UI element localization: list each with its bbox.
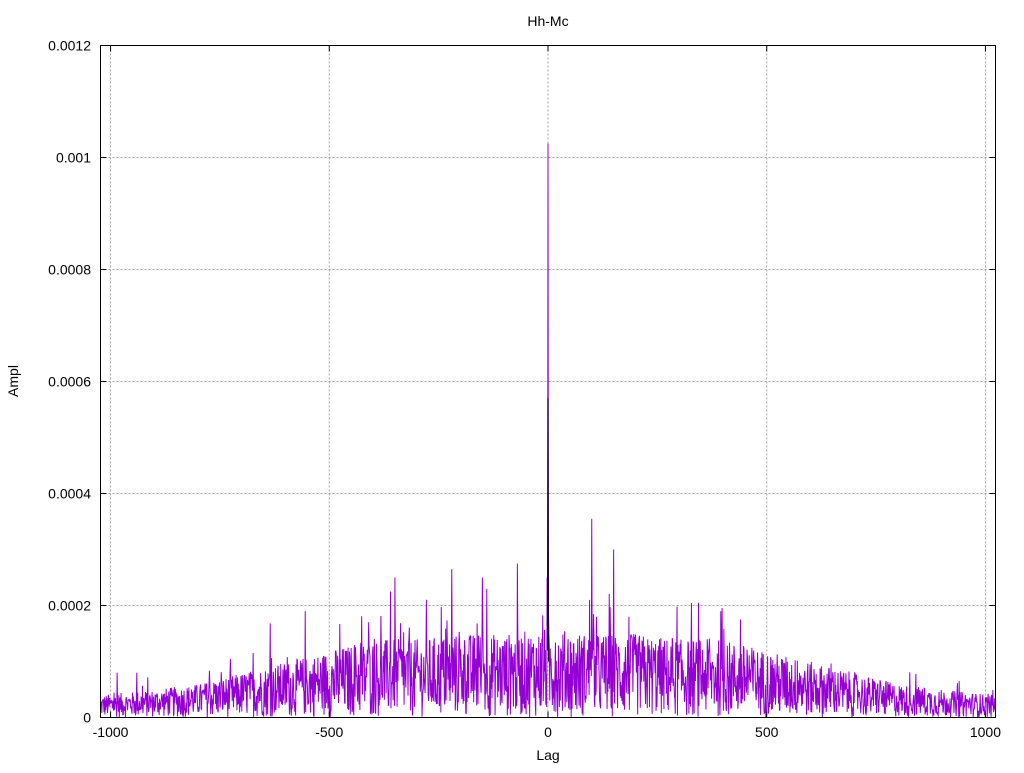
y-tick-label: 0.0008	[48, 262, 91, 278]
x-axis-label: Lag	[536, 747, 559, 763]
series-line-secondary	[547, 398, 549, 662]
y-tick-label: 0.0012	[48, 38, 91, 54]
y-tick-label: 0.0002	[48, 598, 91, 614]
y-tick-label: 0.0006	[48, 374, 91, 390]
x-tick-label: -500	[315, 724, 343, 740]
x-tick-label: 500	[755, 724, 779, 740]
x-tick-label: 1000	[970, 724, 1001, 740]
x-tick-label: 0	[544, 724, 552, 740]
chart-title: Hh-Mc	[527, 13, 568, 29]
x-tick-label: -1000	[93, 724, 129, 740]
y-tick-label: 0	[83, 710, 91, 726]
series-layer	[100, 143, 996, 718]
chart: -1000 -500 0 500 1000 0 0.0002 0.0004 0.0006 0.00…	[5, 13, 1001, 763]
y-axis-label: Ampl	[5, 365, 21, 397]
y-tick-label: 0.001	[56, 150, 91, 166]
y-tick-label: 0.0004	[48, 486, 91, 502]
